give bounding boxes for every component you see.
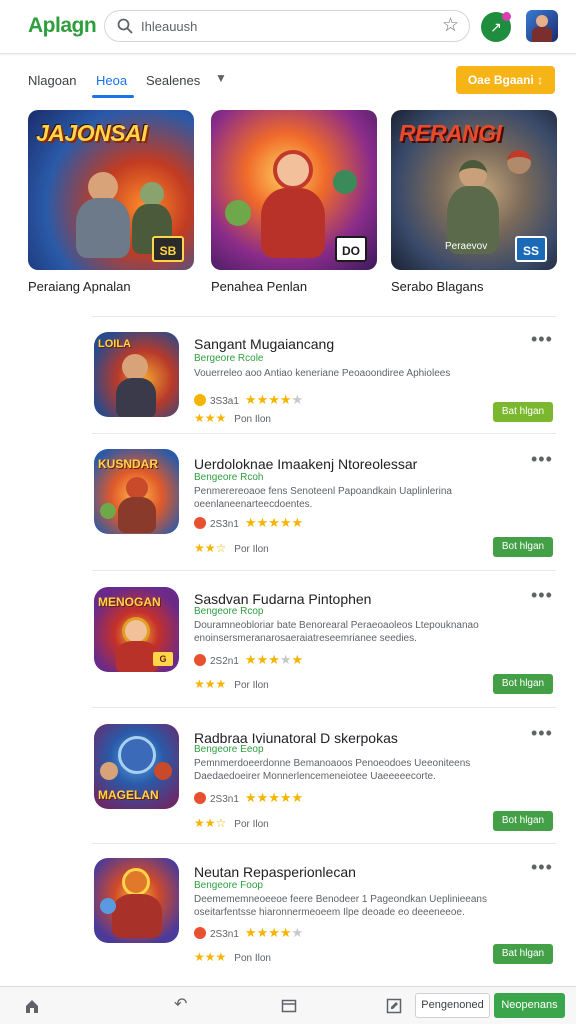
app-icon[interactable]: LOILA xyxy=(94,332,179,417)
chevron-down-icon[interactable]: ▼ xyxy=(215,71,227,85)
app-title[interactable]: Sasdvan Fudarna Pintophen xyxy=(194,591,371,607)
user-avatar[interactable] xyxy=(526,10,558,42)
app-icon[interactable]: KUSNDAR xyxy=(94,449,179,534)
app-meta: ★★☆ Por Ilon xyxy=(194,541,269,555)
featured-art-title: JAJONSAI xyxy=(36,120,148,146)
app-rating: 2S2n1 ★★★★★ xyxy=(194,652,303,668)
top-bar: Aplagn Ihleauush ☆ ↗ xyxy=(0,0,576,54)
arrow-icon: ↗ xyxy=(490,19,502,35)
app-rating: 3S3a1 ★★★★★ xyxy=(194,392,303,408)
primary-button[interactable]: Neopenans xyxy=(494,993,565,1018)
featured-art-title: RERANGI xyxy=(399,120,502,146)
app-developer[interactable]: Bengeore Rcop xyxy=(194,606,264,617)
app-developer[interactable]: Bengeore Rcoh xyxy=(194,472,264,483)
featured-badge: DO xyxy=(335,236,367,262)
featured-card[interactable]: RERANGI Peraevov SS xyxy=(391,110,557,270)
featured-card[interactable]: DO xyxy=(211,110,377,270)
more-options-icon[interactable]: ••• xyxy=(531,450,553,468)
secondary-button[interactable]: Pengenoned xyxy=(415,993,490,1018)
featured-badge: SB xyxy=(152,236,184,262)
app-icon[interactable]: MENOGAN G xyxy=(94,587,179,672)
app-developer[interactable]: Bengeore Eeop xyxy=(194,744,264,755)
app-logo[interactable]: Aplagn xyxy=(28,14,97,38)
featured-badge: SS xyxy=(515,236,547,262)
active-tab-indicator xyxy=(92,95,134,98)
tab-nlagoan[interactable]: Nlagoan xyxy=(28,73,76,88)
tab-sealenes[interactable]: Sealenes xyxy=(146,73,200,88)
featured-card[interactable]: JAJONSAI SB xyxy=(28,110,194,270)
notification-avatar[interactable]: ↗ xyxy=(481,12,511,42)
more-options-icon[interactable]: ••• xyxy=(531,724,553,742)
back-icon[interactable]: ↶ xyxy=(174,995,187,1015)
search-icon xyxy=(117,18,133,34)
home-icon[interactable] xyxy=(24,998,40,1014)
app-rating: 2S3n1 ★★★★★ xyxy=(194,925,303,941)
install-button[interactable]: Bat hlgan xyxy=(493,402,553,422)
app-title[interactable]: Uerdoloknae Imaakenj Ntoreolessar xyxy=(194,456,417,472)
featured-label[interactable]: Peraiang Apnalan xyxy=(28,279,131,294)
tab-heoa[interactable]: Heoa xyxy=(96,73,127,88)
app-icon[interactable] xyxy=(94,858,179,943)
divider xyxy=(92,316,556,317)
divider xyxy=(92,433,556,434)
more-options-icon[interactable]: ••• xyxy=(531,586,553,604)
divider xyxy=(92,570,556,571)
notification-dot xyxy=(502,12,511,21)
app-title[interactable]: Sangant Mugaiancang xyxy=(194,336,334,352)
install-button[interactable]: Bat hlgan xyxy=(493,944,553,964)
app-developer[interactable]: Bengeore Foop xyxy=(194,880,263,891)
app-title[interactable]: Neutan Repasperionlecan xyxy=(194,864,356,880)
install-button[interactable]: Bot hlgan xyxy=(493,811,553,831)
install-button[interactable]: Bot hlgan xyxy=(493,537,553,557)
edit-icon[interactable] xyxy=(386,998,402,1014)
install-button[interactable]: Bot hlgan xyxy=(493,674,553,694)
divider xyxy=(92,843,556,844)
star-outline-icon[interactable]: ☆ xyxy=(442,16,459,36)
app-meta: ★★☆ Por Ilon xyxy=(194,816,269,830)
divider xyxy=(92,707,556,708)
search-bar[interactable]: Ihleauush ☆ xyxy=(104,10,470,42)
app-description: Douramneobloriar bate Benorearal Peraeoa… xyxy=(194,620,479,644)
app-description: Pemnmerdoeerdonne Bemanoaoos Penoeodoes … xyxy=(194,758,471,782)
search-input[interactable]: Ihleauush xyxy=(141,19,197,34)
more-options-icon[interactable]: ••• xyxy=(531,858,553,876)
app-rating: 2S3n1 ★★★★★ xyxy=(194,790,303,806)
app-meta: ★★★ Pon Ilon xyxy=(194,411,271,425)
app-meta: ★★★ Pon Ilon xyxy=(194,950,271,964)
featured-label[interactable]: Penahea Penlan xyxy=(211,279,307,294)
app-description: Penmerereoaoe fens Senoteenl Papoandkain… xyxy=(194,486,452,510)
bottom-bar: ↶ Pengenoned Neopenans xyxy=(0,986,576,1024)
app-meta: ★★★ Por Ilon xyxy=(194,677,269,691)
app-rating: 2S3n1 ★★★★★ xyxy=(194,515,303,531)
app-description: Deemememneoeeoe feere Benodeer 1 Pageond… xyxy=(194,894,487,918)
cta-button[interactable]: Oae Bgaani ↕ xyxy=(456,66,555,94)
app-description: Vouerreleo aoo Antiao keneriane Peoaoond… xyxy=(194,368,451,379)
app-developer[interactable]: Bergeore Rcole xyxy=(194,353,263,364)
more-options-icon[interactable]: ••• xyxy=(531,330,553,348)
featured-tag: Peraevov xyxy=(445,241,488,252)
app-icon[interactable]: MAGELAN xyxy=(94,724,179,809)
tabs-icon[interactable] xyxy=(281,998,297,1014)
featured-label[interactable]: Serabo Blagans xyxy=(391,279,484,294)
